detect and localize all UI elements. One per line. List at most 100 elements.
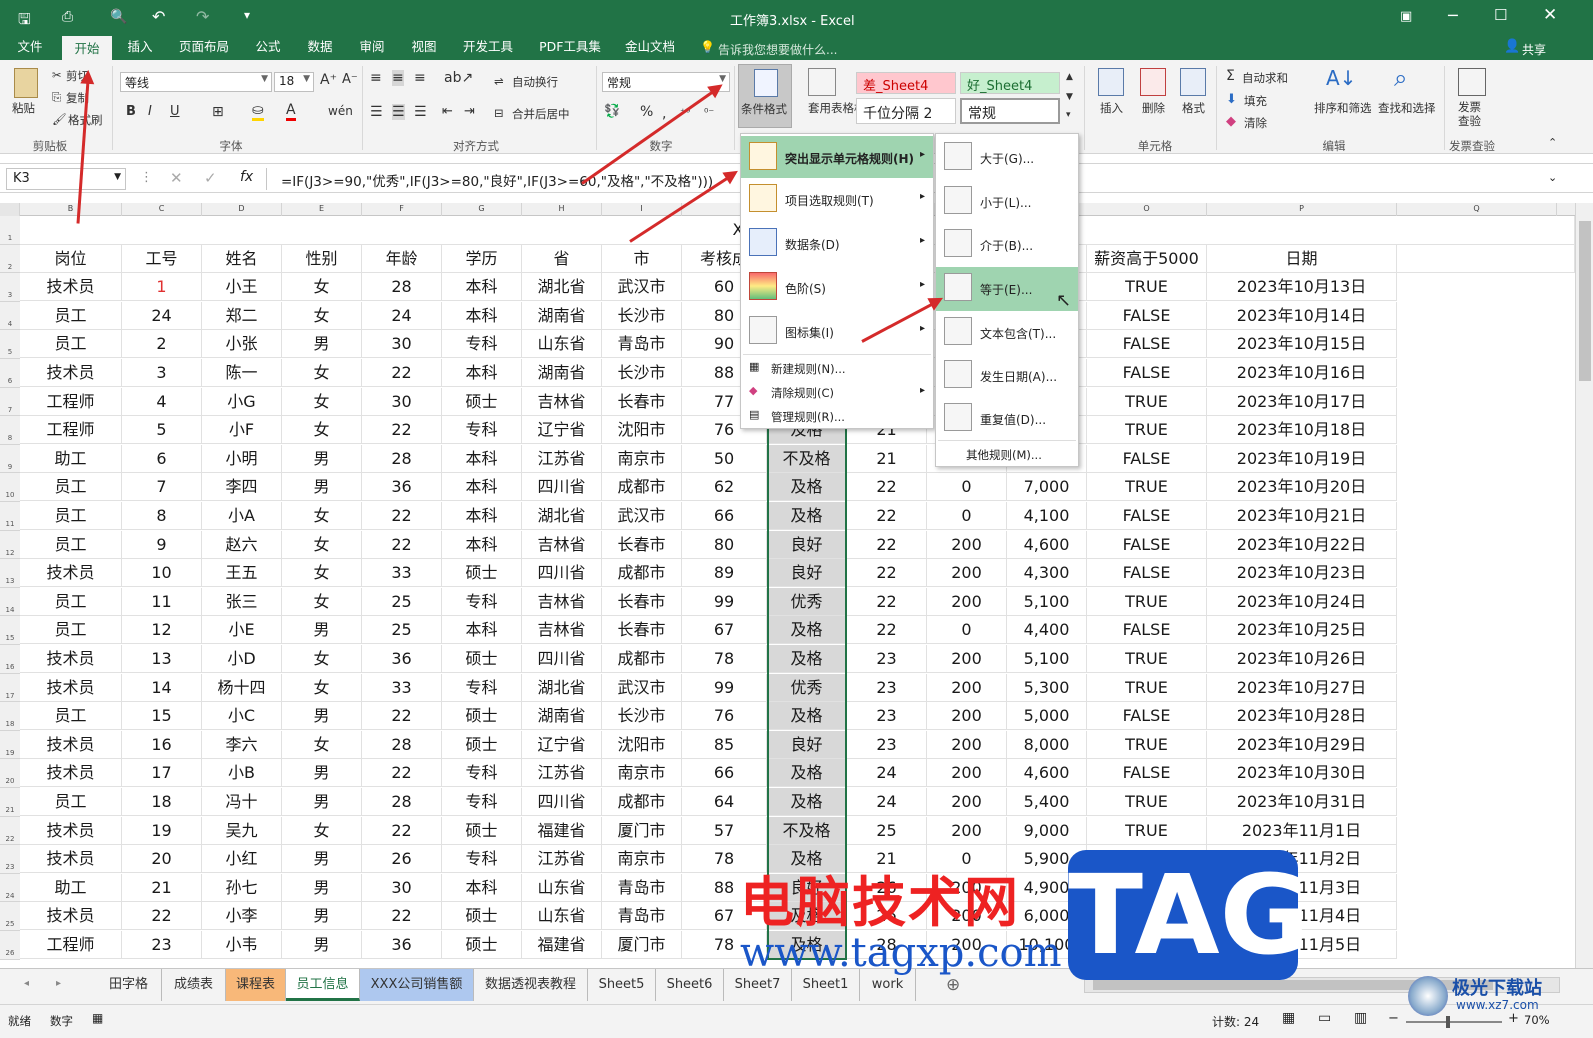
font-size-select[interactable]: 18 ▼ bbox=[274, 72, 314, 92]
data-cell[interactable]: 福建省 bbox=[522, 931, 602, 959]
data-cell[interactable]: 沈阳市 bbox=[602, 416, 682, 445]
border-icon[interactable]: ⊞ bbox=[212, 104, 224, 120]
data-cell[interactable]: 女 bbox=[282, 416, 362, 445]
data-cell[interactable]: 小C bbox=[202, 702, 282, 731]
row-header[interactable]: 26 bbox=[0, 931, 20, 960]
data-cell[interactable]: 57 bbox=[682, 816, 767, 845]
data-cell[interactable]: 张三 bbox=[202, 587, 282, 616]
data-cell[interactable]: 小A bbox=[202, 502, 282, 530]
data-cell[interactable]: 硕士 bbox=[442, 902, 522, 931]
data-cell[interactable]: 25 bbox=[362, 587, 442, 616]
data-cell[interactable]: 男 bbox=[282, 931, 362, 959]
data-cell[interactable]: 吉林省 bbox=[522, 616, 602, 645]
data-cell[interactable]: 28 bbox=[362, 273, 442, 302]
data-cell[interactable]: 专科 bbox=[442, 330, 522, 359]
row-header[interactable]: 19 bbox=[0, 730, 20, 760]
row-header[interactable]: 8 bbox=[0, 416, 20, 445]
sheet-tab[interactable]: 成绩表 bbox=[162, 969, 226, 1001]
font-color-icon[interactable]: A bbox=[286, 102, 296, 121]
menu-item-new-rule[interactable]: ▦ 新建规则(N)... bbox=[741, 356, 933, 380]
italic-icon[interactable]: I bbox=[148, 104, 152, 119]
data-cell[interactable]: 江苏省 bbox=[522, 759, 602, 788]
sheet-tab[interactable]: 课程表 bbox=[226, 969, 286, 1001]
format-cells-button[interactable]: 格式 bbox=[1182, 100, 1205, 116]
data-cell[interactable]: 小明 bbox=[202, 444, 282, 473]
style-scroll-up-icon[interactable]: ▲ bbox=[1066, 72, 1073, 82]
bold-icon[interactable]: B bbox=[126, 104, 136, 119]
data-cell[interactable]: 湖北省 bbox=[522, 502, 602, 530]
sheet-tab[interactable]: 田字格 bbox=[96, 969, 162, 1001]
phonetic-icon[interactable]: wén bbox=[328, 104, 353, 118]
paste-icon[interactable] bbox=[14, 68, 38, 98]
data-cell[interactable]: 200 bbox=[927, 816, 1007, 845]
data-cell[interactable]: 员工 bbox=[20, 616, 122, 645]
data-cell[interactable]: 女 bbox=[282, 587, 362, 616]
data-cell[interactable]: 赵六 bbox=[202, 530, 282, 559]
data-cell[interactable]: 4,400 bbox=[1007, 616, 1087, 645]
data-cell[interactable]: 28 bbox=[362, 788, 442, 816]
data-cell[interactable]: TRUE bbox=[1087, 587, 1207, 616]
row-header[interactable]: 10 bbox=[0, 473, 20, 502]
insert-cells-icon[interactable] bbox=[1098, 68, 1124, 96]
data-cell[interactable]: 25 bbox=[362, 616, 442, 645]
delete-cells-button[interactable]: 删除 bbox=[1142, 100, 1165, 116]
data-cell[interactable]: 200 bbox=[927, 730, 1007, 759]
tab-scroll-right-icon[interactable]: ▸ bbox=[56, 978, 61, 989]
data-cell[interactable]: 小B bbox=[202, 759, 282, 788]
data-cell[interactable]: 女 bbox=[282, 530, 362, 559]
data-cell[interactable]: 36 bbox=[362, 931, 442, 959]
autosum-icon[interactable]: Σ bbox=[1226, 68, 1235, 84]
print-preview-icon[interactable]: ⎙ bbox=[62, 9, 73, 25]
column-header[interactable]: F bbox=[362, 203, 442, 216]
data-cell[interactable]: 吴九 bbox=[202, 816, 282, 845]
data-cell[interactable]: 3 bbox=[122, 359, 202, 387]
data-cell[interactable]: 成都市 bbox=[602, 559, 682, 588]
data-cell[interactable]: 南京市 bbox=[602, 759, 682, 788]
data-cell[interactable]: 22 bbox=[847, 473, 927, 502]
data-cell[interactable]: 男 bbox=[282, 330, 362, 359]
data-cell[interactable]: 13 bbox=[122, 645, 202, 673]
data-cell[interactable]: 11 bbox=[122, 587, 202, 616]
data-cell[interactable]: 吉林省 bbox=[522, 530, 602, 559]
row-header[interactable]: 25 bbox=[0, 902, 20, 931]
data-cell[interactable]: 22 bbox=[847, 502, 927, 530]
data-cell[interactable]: 湖北省 bbox=[522, 673, 602, 702]
data-cell[interactable]: 男 bbox=[282, 616, 362, 645]
data-cell[interactable]: TRUE bbox=[1087, 273, 1207, 302]
data-cell[interactable]: 武汉市 bbox=[602, 673, 682, 702]
data-cell[interactable]: 男 bbox=[282, 702, 362, 731]
style-bad[interactable]: 差_Sheet4 bbox=[856, 72, 956, 94]
data-cell[interactable]: 22 bbox=[847, 587, 927, 616]
header-cell[interactable]: 性别 bbox=[282, 244, 362, 273]
tab-home[interactable]: 开始 bbox=[62, 36, 112, 60]
data-cell[interactable]: 22 bbox=[847, 616, 927, 645]
data-cell[interactable]: 男 bbox=[282, 902, 362, 931]
data-cell[interactable]: 4,300 bbox=[1007, 559, 1087, 588]
data-cell[interactable]: 员工 bbox=[20, 301, 122, 330]
data-cell[interactable]: TRUE bbox=[1087, 473, 1207, 502]
data-cell[interactable]: 冯十 bbox=[202, 788, 282, 816]
data-cell[interactable]: 6 bbox=[122, 444, 202, 473]
data-cell[interactable]: FALSE bbox=[1087, 759, 1207, 788]
data-cell[interactable]: 2023年10月20日 bbox=[1207, 473, 1397, 502]
data-cell[interactable]: 厦门市 bbox=[602, 931, 682, 959]
data-cell[interactable]: 50 bbox=[682, 444, 767, 473]
submenu-item-text-contains[interactable]: 文本包含(T)... bbox=[936, 311, 1078, 353]
decrease-decimal-icon[interactable]: ⁰⁻ bbox=[704, 106, 714, 119]
underline-icon[interactable]: U bbox=[170, 104, 180, 119]
data-cell[interactable]: 小E bbox=[202, 616, 282, 645]
data-cell[interactable]: TRUE bbox=[1087, 416, 1207, 445]
data-cell[interactable]: 专科 bbox=[442, 845, 522, 874]
data-cell[interactable]: 四川省 bbox=[522, 645, 602, 673]
delete-cells-icon[interactable] bbox=[1140, 68, 1166, 96]
data-cell[interactable]: 男 bbox=[282, 759, 362, 788]
data-cell[interactable]: 女 bbox=[282, 673, 362, 702]
data-cell[interactable]: 女 bbox=[282, 730, 362, 759]
row-header[interactable]: 16 bbox=[0, 645, 20, 674]
data-cell[interactable]: FALSE bbox=[1087, 530, 1207, 559]
header-cell[interactable]: 日期 bbox=[1207, 244, 1397, 273]
data-cell[interactable]: 技术员 bbox=[20, 816, 122, 845]
data-cell[interactable]: 2023年10月14日 bbox=[1207, 301, 1397, 330]
data-cell[interactable]: 武汉市 bbox=[602, 502, 682, 530]
data-cell[interactable]: 男 bbox=[282, 873, 362, 902]
